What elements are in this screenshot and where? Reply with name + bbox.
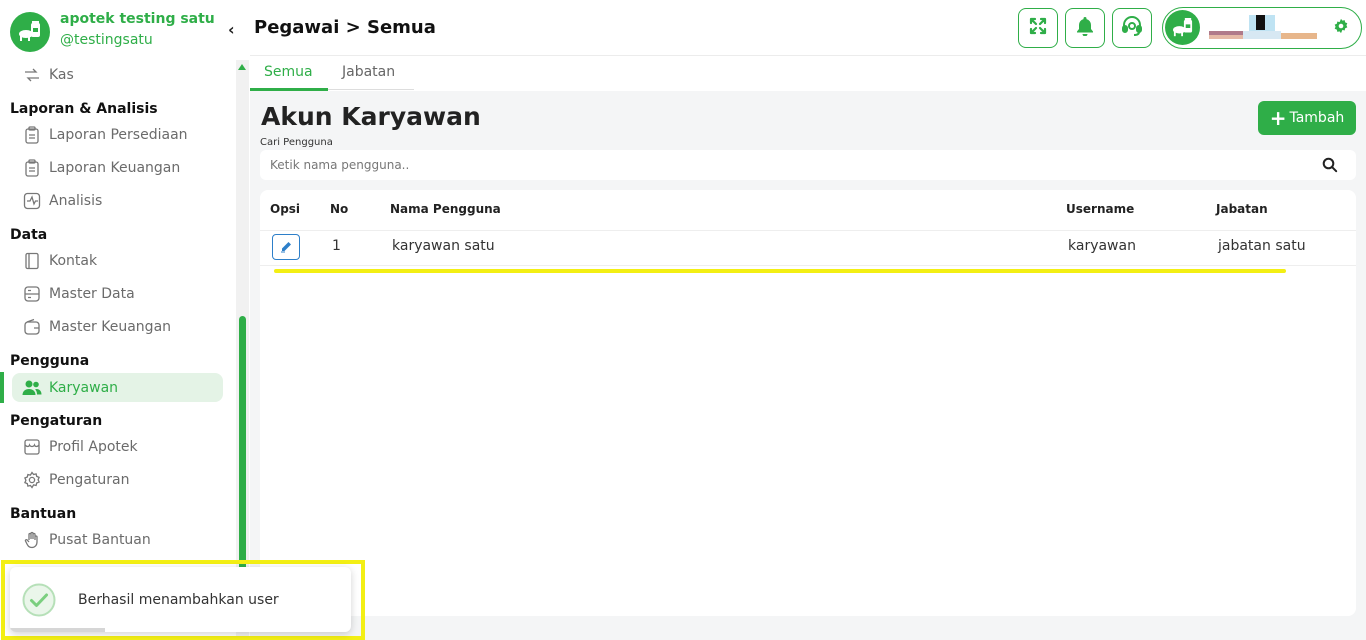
sidebar-item-label: Analisis bbox=[49, 192, 103, 209]
clipboard-icon bbox=[22, 158, 42, 178]
search-input[interactable] bbox=[260, 150, 1310, 180]
brand-handle: @testingsatu bbox=[60, 32, 153, 48]
database-icon bbox=[22, 284, 42, 304]
section-bantuan: Bantuan bbox=[10, 506, 77, 522]
sidebar-scroll-thumb[interactable] bbox=[239, 316, 246, 576]
tab-jabatan[interactable]: Jabatan bbox=[342, 64, 395, 80]
toast-progress-bar bbox=[10, 628, 106, 632]
sidebar-item-laporan-keuangan[interactable]: Laporan Keuangan bbox=[12, 153, 223, 182]
bell-icon bbox=[1076, 16, 1094, 40]
column-header-opsi: Opsi bbox=[270, 202, 301, 216]
cell-nama-pengguna: karyawan satu bbox=[392, 238, 495, 254]
search-label: Cari Pengguna bbox=[260, 137, 333, 148]
sidebar-item-pengaturan[interactable]: Pengaturan bbox=[12, 465, 223, 494]
table-header-divider bbox=[260, 230, 1356, 231]
cell-username: karyawan bbox=[1068, 238, 1136, 254]
pharmacy-logo-icon bbox=[10, 12, 50, 52]
add-button-label: Tambah bbox=[1289, 110, 1345, 126]
sidebar-item-label: Pusat Bantuan bbox=[49, 531, 151, 548]
gear-icon bbox=[22, 470, 42, 490]
contact-book-icon bbox=[22, 251, 42, 271]
top-header: Pegawai > Semua bbox=[250, 0, 1366, 56]
users-icon bbox=[22, 378, 42, 398]
success-toast[interactable]: Berhasil menambahkan user bbox=[10, 567, 351, 632]
cash-transfer-icon bbox=[22, 65, 42, 85]
column-header-jabatan: Jabatan bbox=[1216, 202, 1268, 216]
sidebar-item-master-keuangan[interactable]: Master Keuangan bbox=[12, 312, 223, 341]
page-title: Akun Karyawan bbox=[261, 102, 481, 131]
search-box bbox=[260, 150, 1356, 180]
expand-arrows-icon bbox=[1028, 16, 1048, 40]
check-circle-icon bbox=[22, 583, 56, 617]
sidebar-item-master-data[interactable]: Master Data bbox=[12, 279, 223, 308]
sidebar-item-label: Master Data bbox=[49, 285, 135, 302]
sidebar-item-label: Kas bbox=[49, 66, 74, 83]
search-icon[interactable] bbox=[1322, 157, 1338, 173]
sidebar-item-kas[interactable]: Kas bbox=[12, 60, 223, 89]
section-data: Data bbox=[10, 227, 48, 243]
employee-table: Opsi No Nama Pengguna Username Jabatan 1… bbox=[260, 190, 1356, 616]
scroll-up-arrow-icon[interactable] bbox=[238, 64, 246, 70]
gear-icon[interactable] bbox=[1333, 18, 1351, 36]
toast-message: Berhasil menambahkan user bbox=[78, 592, 279, 608]
highlight-underline bbox=[274, 269, 1286, 273]
section-pengaturan: Pengaturan bbox=[10, 413, 103, 429]
main-content: Akun Karyawan + Tambah Cari Pengguna Ops… bbox=[250, 91, 1366, 640]
brand-name: apotek testing satu bbox=[60, 11, 215, 27]
pencil-icon bbox=[280, 238, 292, 257]
activity-icon bbox=[22, 191, 42, 211]
sidebar-item-analisis[interactable]: Analisis bbox=[12, 186, 223, 215]
sidebar-item-profil-apotek[interactable]: Profil Apotek bbox=[12, 432, 223, 461]
tab-semua[interactable]: Semua bbox=[264, 64, 313, 80]
sidebar-item-kontak[interactable]: Kontak bbox=[12, 246, 223, 275]
cell-jabatan: jabatan satu bbox=[1218, 238, 1306, 254]
active-indicator bbox=[0, 372, 4, 403]
sidebar-item-label: Kontak bbox=[49, 252, 98, 269]
table-row-divider bbox=[260, 265, 1356, 266]
sidebar-item-pusat-bantuan[interactable]: Pusat Bantuan bbox=[12, 525, 223, 554]
headset-icon bbox=[1121, 16, 1143, 40]
sidebar-item-laporan-persediaan[interactable]: Laporan Persediaan bbox=[12, 120, 223, 149]
column-header-username: Username bbox=[1066, 202, 1135, 216]
wallet-icon bbox=[22, 317, 42, 337]
profile-menu[interactable] bbox=[1162, 7, 1362, 49]
sidebar: apotek testing satu @testingsatu ‹ Kas L… bbox=[0, 0, 236, 640]
section-laporan-analisis: Laporan & Analisis bbox=[10, 101, 158, 117]
sidebar-item-label: Master Keuangan bbox=[49, 318, 172, 335]
collapse-sidebar-chevron-icon[interactable]: ‹ bbox=[228, 20, 235, 39]
clipboard-icon bbox=[22, 125, 42, 145]
section-pengguna: Pengguna bbox=[10, 353, 90, 369]
edit-row-button[interactable] bbox=[272, 234, 300, 260]
sidebar-item-label: Profil Apotek bbox=[49, 438, 138, 455]
store-icon bbox=[22, 437, 42, 457]
hand-icon bbox=[22, 530, 42, 550]
plus-icon: + bbox=[1269, 106, 1287, 130]
sidebar-item-label: Laporan Keuangan bbox=[49, 159, 181, 176]
tabs: Semua Jabatan bbox=[250, 57, 1366, 91]
brand: apotek testing satu @testingsatu ‹ bbox=[0, 0, 236, 58]
tab-divider bbox=[328, 89, 414, 90]
support-button[interactable] bbox=[1112, 8, 1152, 48]
avatar bbox=[1165, 10, 1200, 45]
sidebar-item-label: Karyawan bbox=[49, 379, 119, 396]
sidebar-item-karyawan[interactable]: Karyawan bbox=[12, 373, 223, 402]
fullscreen-button[interactable] bbox=[1018, 8, 1058, 48]
breadcrumb: Pegawai > Semua bbox=[254, 17, 436, 38]
column-header-no: No bbox=[330, 202, 349, 216]
cell-no: 1 bbox=[332, 238, 341, 254]
notification-button[interactable] bbox=[1065, 8, 1105, 48]
sidebar-item-label: Pengaturan bbox=[49, 471, 130, 488]
column-header-nama-pengguna: Nama Pengguna bbox=[390, 202, 501, 216]
sidebar-item-label: Laporan Persediaan bbox=[49, 126, 188, 143]
add-employee-button[interactable]: + Tambah bbox=[1258, 101, 1356, 135]
sidebar-nav: Kas Laporan & Analisis Laporan Persediaa… bbox=[0, 58, 236, 578]
redacted-profile-info bbox=[1209, 15, 1317, 41]
